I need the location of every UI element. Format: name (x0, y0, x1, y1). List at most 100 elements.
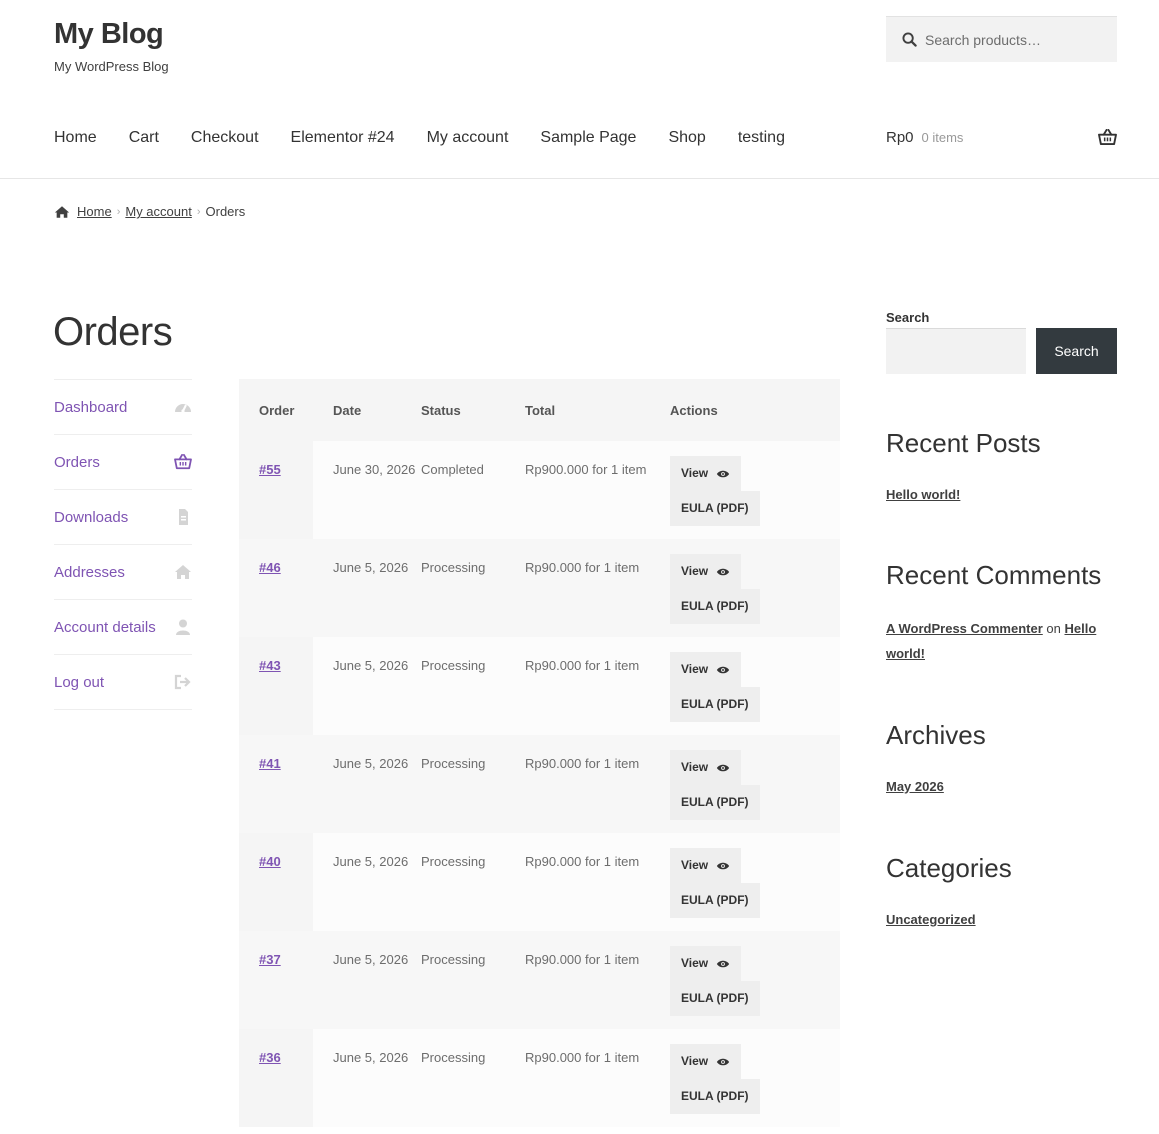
order-number-link[interactable]: #41 (259, 756, 281, 771)
order-total: Rp90.000 for 1 item (525, 1029, 670, 1127)
table-header-row: Order Date Status Total Actions (239, 379, 840, 441)
order-number-cell: #41 (239, 735, 313, 833)
account-nav-label: Addresses (54, 563, 125, 581)
breadcrumb-my-account[interactable]: My account (125, 204, 191, 219)
view-button-label: View (681, 1054, 709, 1068)
recent-comments-title: Recent Comments (886, 560, 1102, 590)
account-nav-orders[interactable]: Orders (54, 435, 192, 490)
site-title[interactable]: My Blog (54, 18, 164, 51)
order-number-cell: #40 (239, 833, 313, 931)
account-nav-label: Orders (54, 453, 100, 471)
order-number-link[interactable]: #55 (259, 462, 281, 477)
categories-title: Categories (886, 853, 1012, 883)
breadcrumb-current: Orders (205, 204, 246, 219)
user-icon (176, 619, 190, 635)
eula-pdf-button[interactable]: EULA (PDF) (670, 491, 760, 526)
eula-pdf-button[interactable]: EULA (PDF) (670, 981, 760, 1016)
view-button-label: View (681, 858, 709, 872)
view-order-button[interactable]: View (670, 456, 742, 491)
order-number-link[interactable]: #46 (259, 560, 281, 575)
column-header-total: Total (525, 379, 670, 441)
eye-icon (717, 470, 730, 477)
order-number-cell: #37 (239, 931, 313, 1029)
eula-pdf-button[interactable]: EULA (PDF) (670, 883, 760, 918)
sidebar-search-input[interactable] (886, 328, 1026, 374)
order-total: Rp900.000 for 1 item (525, 441, 670, 539)
eula-pdf-button[interactable]: EULA (PDF) (670, 1079, 760, 1114)
view-order-button[interactable]: View (670, 554, 742, 589)
order-number-link[interactable]: #43 (259, 658, 281, 673)
sidebar-search-button[interactable]: Search (1036, 328, 1117, 374)
column-header-status: Status (421, 379, 525, 441)
product-search[interactable] (886, 16, 1117, 62)
home-icon (54, 205, 70, 218)
recent-post-link[interactable]: Hello world! (886, 487, 960, 502)
eye-icon (717, 862, 730, 869)
view-button-label: View (681, 564, 709, 578)
nav-my-account[interactable]: My account (427, 129, 509, 147)
primary-navigation: Home Cart Checkout Elementor #24 My acco… (54, 129, 817, 147)
view-order-button[interactable]: View (670, 1044, 742, 1079)
account-nav-label: Log out (54, 673, 105, 691)
nav-shop[interactable]: Shop (668, 129, 705, 147)
nav-testing[interactable]: testing (738, 129, 785, 147)
column-header-actions: Actions (670, 379, 840, 441)
eula-pdf-button[interactable]: EULA (PDF) (670, 687, 760, 722)
order-number-link[interactable]: #40 (259, 854, 281, 869)
order-actions: View EULA (PDF) (670, 637, 840, 735)
order-number-link[interactable]: #36 (259, 1050, 281, 1065)
dashboard-icon (175, 404, 191, 413)
view-button-label: View (681, 956, 709, 970)
eye-icon (717, 568, 730, 575)
cart-amount: Rp0 (886, 129, 914, 146)
basket-icon (1098, 129, 1117, 146)
nav-sample-page[interactable]: Sample Page (540, 129, 636, 147)
table-row: #43 June 5, 2026 Processing Rp90.000 for 1 … (239, 637, 840, 735)
cart-count: 0 items (921, 130, 964, 145)
nav-checkout[interactable]: Checkout (191, 129, 259, 147)
order-number-link[interactable]: #37 (259, 952, 281, 967)
breadcrumb: Home › My account › Orders (54, 204, 245, 219)
file-icon (179, 509, 188, 525)
category-link[interactable]: Uncategorized (886, 912, 976, 927)
view-order-button[interactable]: View (670, 946, 742, 981)
page-title: Orders (53, 310, 173, 354)
nav-cart[interactable]: Cart (129, 129, 159, 147)
account-nav-downloads[interactable]: Downloads (54, 490, 192, 545)
order-status: Processing (421, 1029, 525, 1127)
account-nav-label: Dashboard (54, 398, 128, 416)
archive-link[interactable]: May 2026 (886, 779, 944, 794)
breadcrumb-home[interactable]: Home (77, 204, 112, 219)
account-nav-addresses[interactable]: Addresses (54, 545, 192, 600)
comment-author-link[interactable]: A WordPress Commenter (886, 621, 1043, 636)
account-nav-dashboard[interactable]: Dashboard (54, 380, 192, 435)
view-order-button[interactable]: View (670, 750, 742, 785)
order-total: Rp90.000 for 1 item (525, 931, 670, 1029)
account-nav-account-details[interactable]: Account details (54, 600, 192, 655)
view-order-button[interactable]: View (670, 848, 742, 883)
table-row: #36 June 5, 2026 Processing Rp90.000 for 1 … (239, 1029, 840, 1127)
order-date: June 5, 2026 (313, 735, 421, 833)
column-header-order: Order (239, 379, 313, 441)
nav-elementor[interactable]: Elementor #24 (291, 129, 395, 147)
order-actions: View EULA (PDF) (670, 833, 840, 931)
column-header-date: Date (313, 379, 421, 441)
chevron-right-icon: › (196, 205, 201, 218)
eula-pdf-button[interactable]: EULA (PDF) (670, 589, 760, 624)
table-row: #55 June 30, 2026 Completed Rp900.000 for 1… (239, 441, 840, 539)
chevron-right-icon: › (116, 205, 121, 218)
order-actions: View EULA (PDF) (670, 735, 840, 833)
orders-table: Order Date Status Total Actions #55 June … (239, 379, 840, 1127)
order-status: Processing (421, 931, 525, 1029)
view-order-button[interactable]: View (670, 652, 742, 687)
nav-home[interactable]: Home (54, 129, 97, 147)
account-nav-log-out[interactable]: Log out (54, 655, 192, 710)
product-search-input[interactable] (925, 31, 1105, 48)
search-icon (902, 32, 917, 47)
table-row: #41 June 5, 2026 Processing Rp90.000 for 1 … (239, 735, 840, 833)
order-actions: View EULA (PDF) (670, 539, 840, 637)
view-button-label: View (681, 466, 709, 480)
header-cart[interactable]: Rp0 0 items (886, 129, 1117, 146)
site-description: My WordPress Blog (54, 59, 169, 74)
eula-pdf-button[interactable]: EULA (PDF) (670, 785, 760, 820)
